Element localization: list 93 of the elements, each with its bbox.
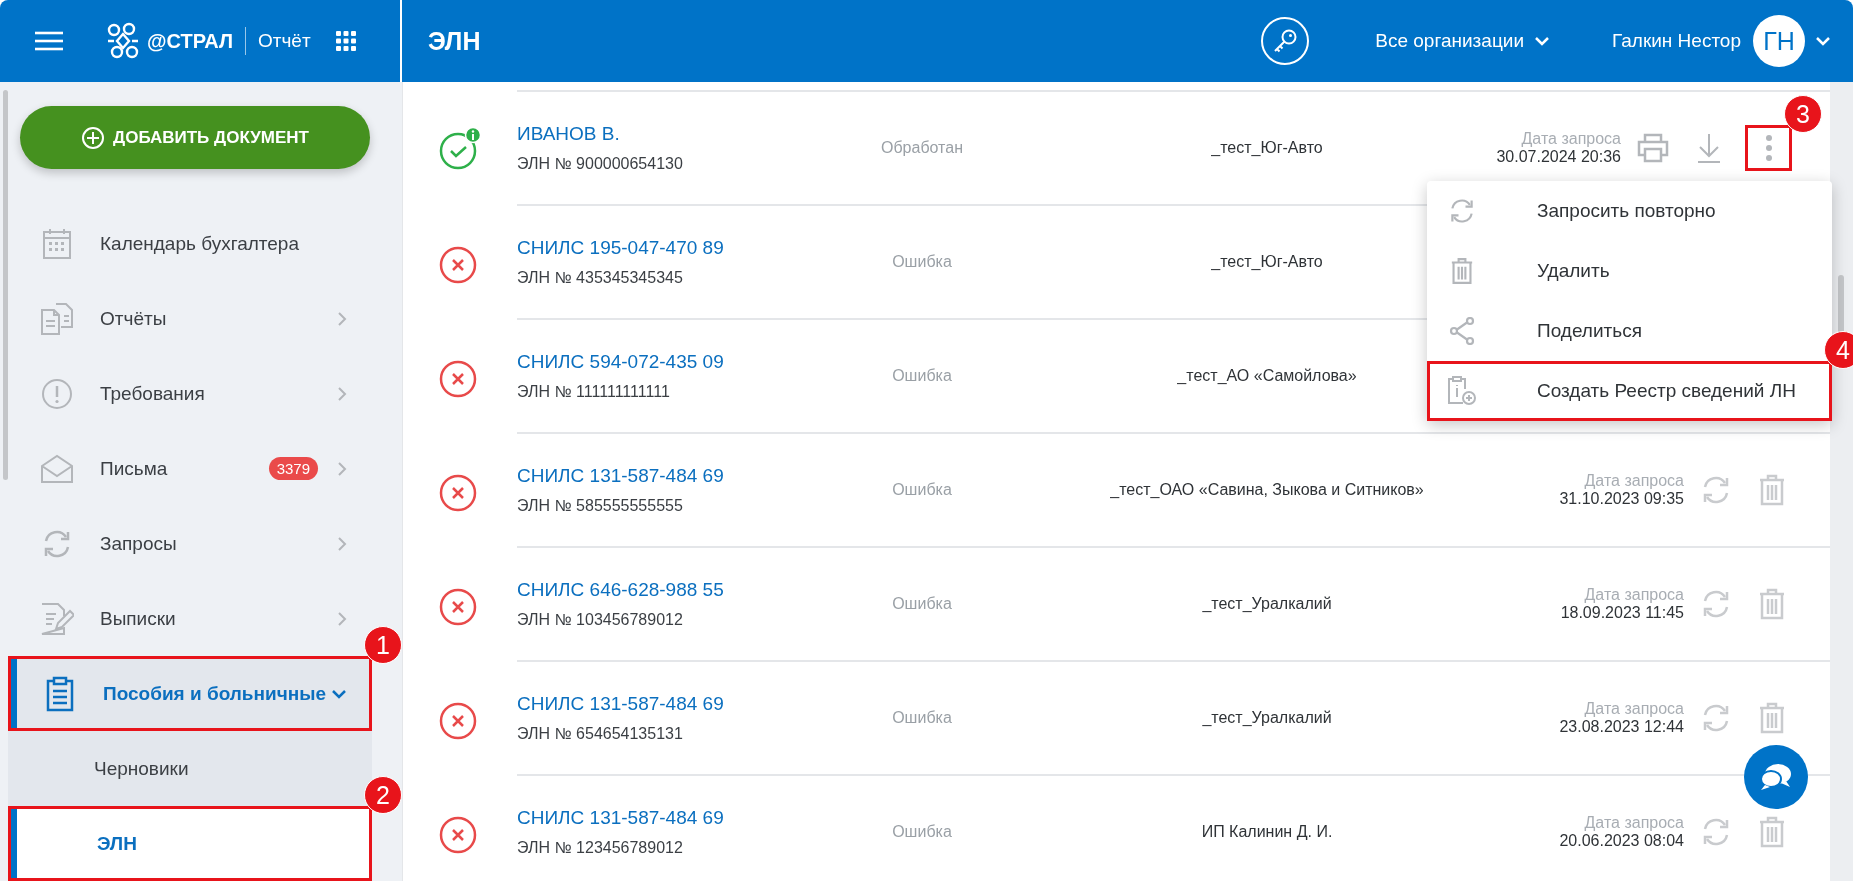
employee-link[interactable]: СНИЛС 131-587-484 69 bbox=[517, 807, 797, 829]
date-label: Дата запроса bbox=[1584, 814, 1684, 832]
menu-item[interactable]: Запросить повторно bbox=[1427, 181, 1832, 241]
sick-leave-number: ЭЛН № 103456789012 bbox=[517, 611, 684, 629]
organization-name: _тест_Юг-Авто bbox=[1210, 139, 1324, 157]
chevron-down-icon bbox=[1534, 36, 1550, 46]
key-icon bbox=[1272, 28, 1299, 54]
sick-leave-number: ЭЛН № 435345345345 bbox=[517, 269, 684, 287]
organization-name: _тест_Юг-Авто bbox=[1210, 253, 1324, 271]
status-text: Ошибка bbox=[891, 481, 953, 499]
organization-dropdown[interactable]: Все организации bbox=[1375, 30, 1550, 52]
chevron-right-icon bbox=[337, 610, 347, 627]
trash-icon[interactable] bbox=[1759, 474, 1785, 506]
sick-leave-number: ЭЛН № 111111111111 bbox=[517, 383, 671, 401]
date-label: Дата запроса bbox=[1584, 472, 1684, 490]
key-button[interactable] bbox=[1261, 17, 1310, 65]
trash-icon bbox=[1451, 257, 1473, 285]
document-pencil-icon bbox=[40, 601, 74, 636]
logo-icon bbox=[105, 22, 141, 60]
employee-link[interactable]: СНИЛС 131-587-484 69 bbox=[517, 693, 797, 715]
trash-icon[interactable] bbox=[1759, 588, 1785, 620]
employee-link[interactable]: ИВАНОВ В. bbox=[517, 123, 797, 145]
printer-icon[interactable] bbox=[1637, 133, 1669, 163]
sidebar-item[interactable]: Пособия и больничные bbox=[8, 656, 372, 731]
sick-leave-number: ЭЛН № 123456789012 bbox=[517, 839, 684, 857]
user-avatar[interactable]: ГН bbox=[1753, 15, 1805, 67]
sidebar-item[interactable]: Запросы bbox=[8, 506, 372, 581]
trash-icon[interactable] bbox=[1759, 702, 1785, 734]
employee-link[interactable]: СНИЛС 131-587-484 69 bbox=[517, 465, 797, 487]
more-vertical-icon bbox=[1764, 134, 1773, 162]
request-date: 23.08.2023 12:44 bbox=[1559, 718, 1684, 736]
more-button[interactable] bbox=[1745, 125, 1792, 171]
organization-name: ИП Калинин Д. И. bbox=[1200, 823, 1334, 841]
request-date: 30.07.2024 20:36 bbox=[1496, 148, 1621, 166]
organization-name: _тест_АО «Самойлова» bbox=[1176, 367, 1358, 385]
sidebar-item[interactable]: Календарь бухгалтера bbox=[8, 206, 372, 281]
sidebar-item[interactable]: Письма 3379 bbox=[8, 431, 372, 506]
scrollbar-thumb[interactable] bbox=[3, 90, 8, 480]
add-document-button[interactable]: ДОБАВИТЬ ДОКУМЕНТ bbox=[20, 106, 370, 169]
clipboard-plus-icon bbox=[1447, 376, 1477, 406]
sidebar-item[interactable]: Отчёты bbox=[8, 281, 372, 356]
annotation-number: 1 bbox=[364, 626, 402, 664]
chevron-down-icon bbox=[331, 688, 347, 699]
organization-name: _тест_Уралкалий bbox=[1201, 595, 1333, 613]
status-text: Обработан bbox=[880, 139, 964, 157]
employee-link[interactable]: СНИЛС 195-047-470 89 bbox=[517, 237, 797, 259]
apps-grid-icon[interactable] bbox=[335, 31, 356, 51]
status-text: Ошибка bbox=[891, 253, 953, 271]
date-label: Дата запроса bbox=[1584, 700, 1684, 718]
logo-text: @СТРАЛ bbox=[147, 29, 233, 53]
app-name: Отчёт bbox=[257, 30, 311, 52]
date-label: Дата запроса bbox=[1584, 586, 1684, 604]
request-date: 20.06.2023 08:04 bbox=[1559, 832, 1684, 850]
sidebar-item[interactable]: Требования bbox=[8, 356, 372, 431]
organization-name: _тест_ОАО «Савина, Зыкова и Ситников» bbox=[1109, 481, 1425, 499]
download-icon[interactable] bbox=[1697, 132, 1721, 164]
documents-icon bbox=[40, 301, 74, 336]
status-text: Ошибка bbox=[891, 367, 953, 385]
employee-link[interactable]: СНИЛС 646-628-988 55 bbox=[517, 579, 797, 601]
request-date: 31.10.2023 09:35 bbox=[1559, 490, 1684, 508]
refresh-icon bbox=[1448, 197, 1476, 225]
chevron-down-icon bbox=[1815, 36, 1831, 46]
request-date: 18.09.2023 11:45 bbox=[1560, 604, 1684, 622]
organization-name: _тест_Уралкалий bbox=[1201, 709, 1333, 727]
menu-item[interactable]: Удалить bbox=[1427, 241, 1832, 301]
user-name: Галкин Нестор bbox=[1612, 30, 1741, 52]
status-text: Ошибка bbox=[891, 823, 953, 841]
annotation-number: 2 bbox=[364, 776, 402, 814]
page-title: ЭЛН bbox=[428, 26, 481, 56]
sick-leave-number: ЭЛН № 900000654130 bbox=[517, 155, 684, 173]
date-label: Дата запроса bbox=[1521, 130, 1621, 148]
envelope-icon bbox=[40, 453, 74, 484]
chevron-right-icon bbox=[337, 460, 347, 477]
annotation-number: 4 bbox=[1824, 331, 1853, 369]
status-text: Ошибка bbox=[891, 595, 953, 613]
menu-icon[interactable] bbox=[35, 31, 63, 51]
chat-bubbles-icon bbox=[1759, 762, 1793, 792]
sick-leave-number: ЭЛН № 654654135131 bbox=[517, 725, 684, 743]
status-text: Ошибка bbox=[891, 709, 953, 727]
share-icon bbox=[1449, 317, 1475, 345]
sick-leave-number: ЭЛН № 585555555555 bbox=[517, 497, 684, 515]
unread-count-badge: 3379 bbox=[268, 457, 318, 480]
calendar-icon bbox=[42, 227, 72, 260]
exclamation-icon bbox=[41, 377, 73, 410]
chevron-right-icon bbox=[337, 535, 347, 552]
sidebar-subitem[interactable]: ЭЛН bbox=[8, 806, 372, 881]
employee-link[interactable]: СНИЛС 594-072-435 09 bbox=[517, 351, 797, 373]
trash-icon[interactable] bbox=[1759, 816, 1785, 848]
chevron-right-icon bbox=[337, 310, 347, 327]
annotation-number: 3 bbox=[1784, 95, 1822, 133]
chevron-right-icon bbox=[337, 385, 347, 402]
clipboard-icon bbox=[45, 675, 75, 712]
plus-circle-icon bbox=[81, 125, 106, 150]
